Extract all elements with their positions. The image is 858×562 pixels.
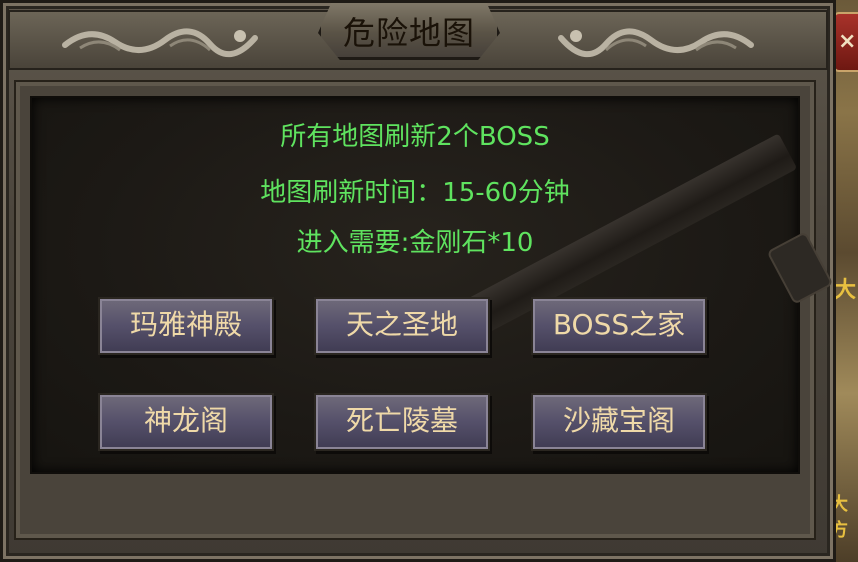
close-icon: × [838,29,857,54]
info-entry-cost: 进入需要:金刚石*10 [296,228,534,258]
dragon-ornament-left-icon [62,28,258,57]
map-button-boss-home[interactable]: BOSS之家 [531,297,707,355]
map-button-sand-treasure[interactable]: 沙藏宝阁 [531,393,707,451]
background-glyph: 大 [834,278,857,303]
close-button[interactable]: × [833,12,858,72]
map-button-holy-land[interactable]: 天之圣地 [314,297,490,355]
map-button-maya-temple[interactable]: 玛雅神殿 [98,297,274,355]
dragon-ornament-right-icon [558,28,754,57]
window-title: 危险地图 [342,14,475,52]
map-button-death-tomb[interactable]: 死亡陵墓 [314,393,490,451]
map-button-dragon-pavilion[interactable]: 神龙阁 [98,393,274,451]
info-refresh-time: 地图刷新时间：15-60分钟 [260,178,570,208]
info-boss-refresh: 所有地图刷新2个BOSS [280,122,550,152]
